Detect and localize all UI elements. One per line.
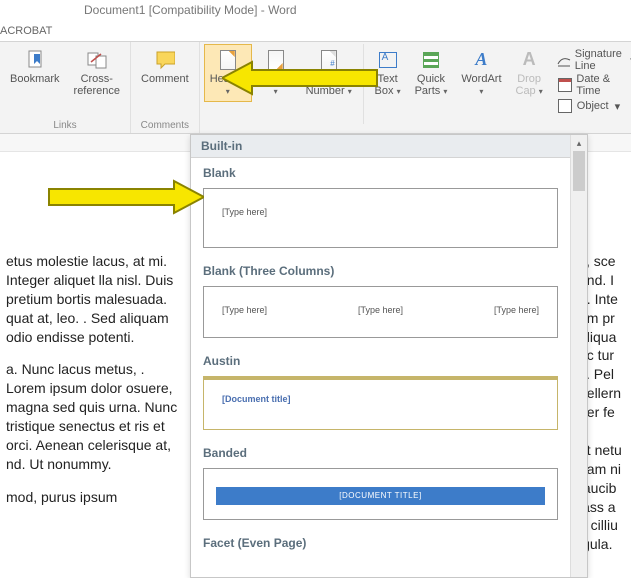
- bookmark-button[interactable]: Bookmark: [4, 44, 66, 102]
- wordart-button[interactable]: A WordArt▾: [455, 44, 507, 102]
- gallery-item-three-columns[interactable]: [Type here] [Type here] [Type here]: [203, 286, 558, 338]
- gallery-item-label: Banded: [191, 438, 570, 464]
- chevron-down-icon: ▾: [479, 87, 483, 96]
- signature-icon: [557, 52, 571, 68]
- gallery-item-label: Blank: [191, 158, 570, 184]
- calendar-icon: [558, 78, 572, 92]
- group-links-label: Links: [53, 118, 76, 133]
- object-button[interactable]: Object ▾: [557, 98, 631, 114]
- window-title: Document1 [Compatibility Mode] - Word: [0, 0, 631, 20]
- gallery-item-label: Facet (Even Page): [191, 528, 570, 554]
- object-icon: [558, 99, 572, 113]
- gallery-item-label: Blank (Three Columns): [191, 256, 570, 282]
- gallery-category: Built-in: [191, 135, 570, 158]
- cross-reference-button[interactable]: Cross- reference: [68, 44, 126, 102]
- drop-cap-icon: A: [523, 50, 536, 70]
- chevron-down-icon: ▾: [397, 87, 401, 96]
- signature-line-button[interactable]: Signature Line ▾: [557, 48, 631, 72]
- gallery-scrollbar[interactable]: ▴: [570, 135, 587, 577]
- gallery-item-blank[interactable]: [Type here]: [203, 188, 558, 248]
- group-comments-label: Comments: [141, 118, 189, 133]
- date-time-button[interactable]: Date & Time: [557, 73, 631, 97]
- quick-parts-icon: [423, 52, 439, 68]
- scroll-up-arrow[interactable]: ▴: [571, 135, 587, 151]
- comment-button[interactable]: Comment: [135, 44, 195, 102]
- chevron-down-icon: ▾: [539, 87, 543, 96]
- scroll-thumb[interactable]: [573, 151, 585, 191]
- chevron-down-icon: ▾: [615, 100, 621, 113]
- gallery-item-austin[interactable]: [Document title]: [203, 376, 558, 430]
- drop-cap-button[interactable]: A Drop Cap ▾: [510, 44, 549, 102]
- tab-acrobat[interactable]: ACROBAT: [0, 20, 631, 42]
- annotation-arrow: [44, 177, 204, 217]
- gallery-item-banded[interactable]: [DOCUMENT TITLE]: [203, 468, 558, 520]
- chevron-down-icon: ▾: [443, 87, 447, 96]
- gallery-item-label: Austin: [191, 346, 570, 372]
- wordart-icon: A: [475, 50, 487, 70]
- header-gallery: Built-in Blank [Type here] Blank (Three …: [190, 134, 588, 578]
- annotation-arrow: [222, 58, 382, 98]
- quick-parts-button[interactable]: Quick Parts ▾: [409, 44, 454, 102]
